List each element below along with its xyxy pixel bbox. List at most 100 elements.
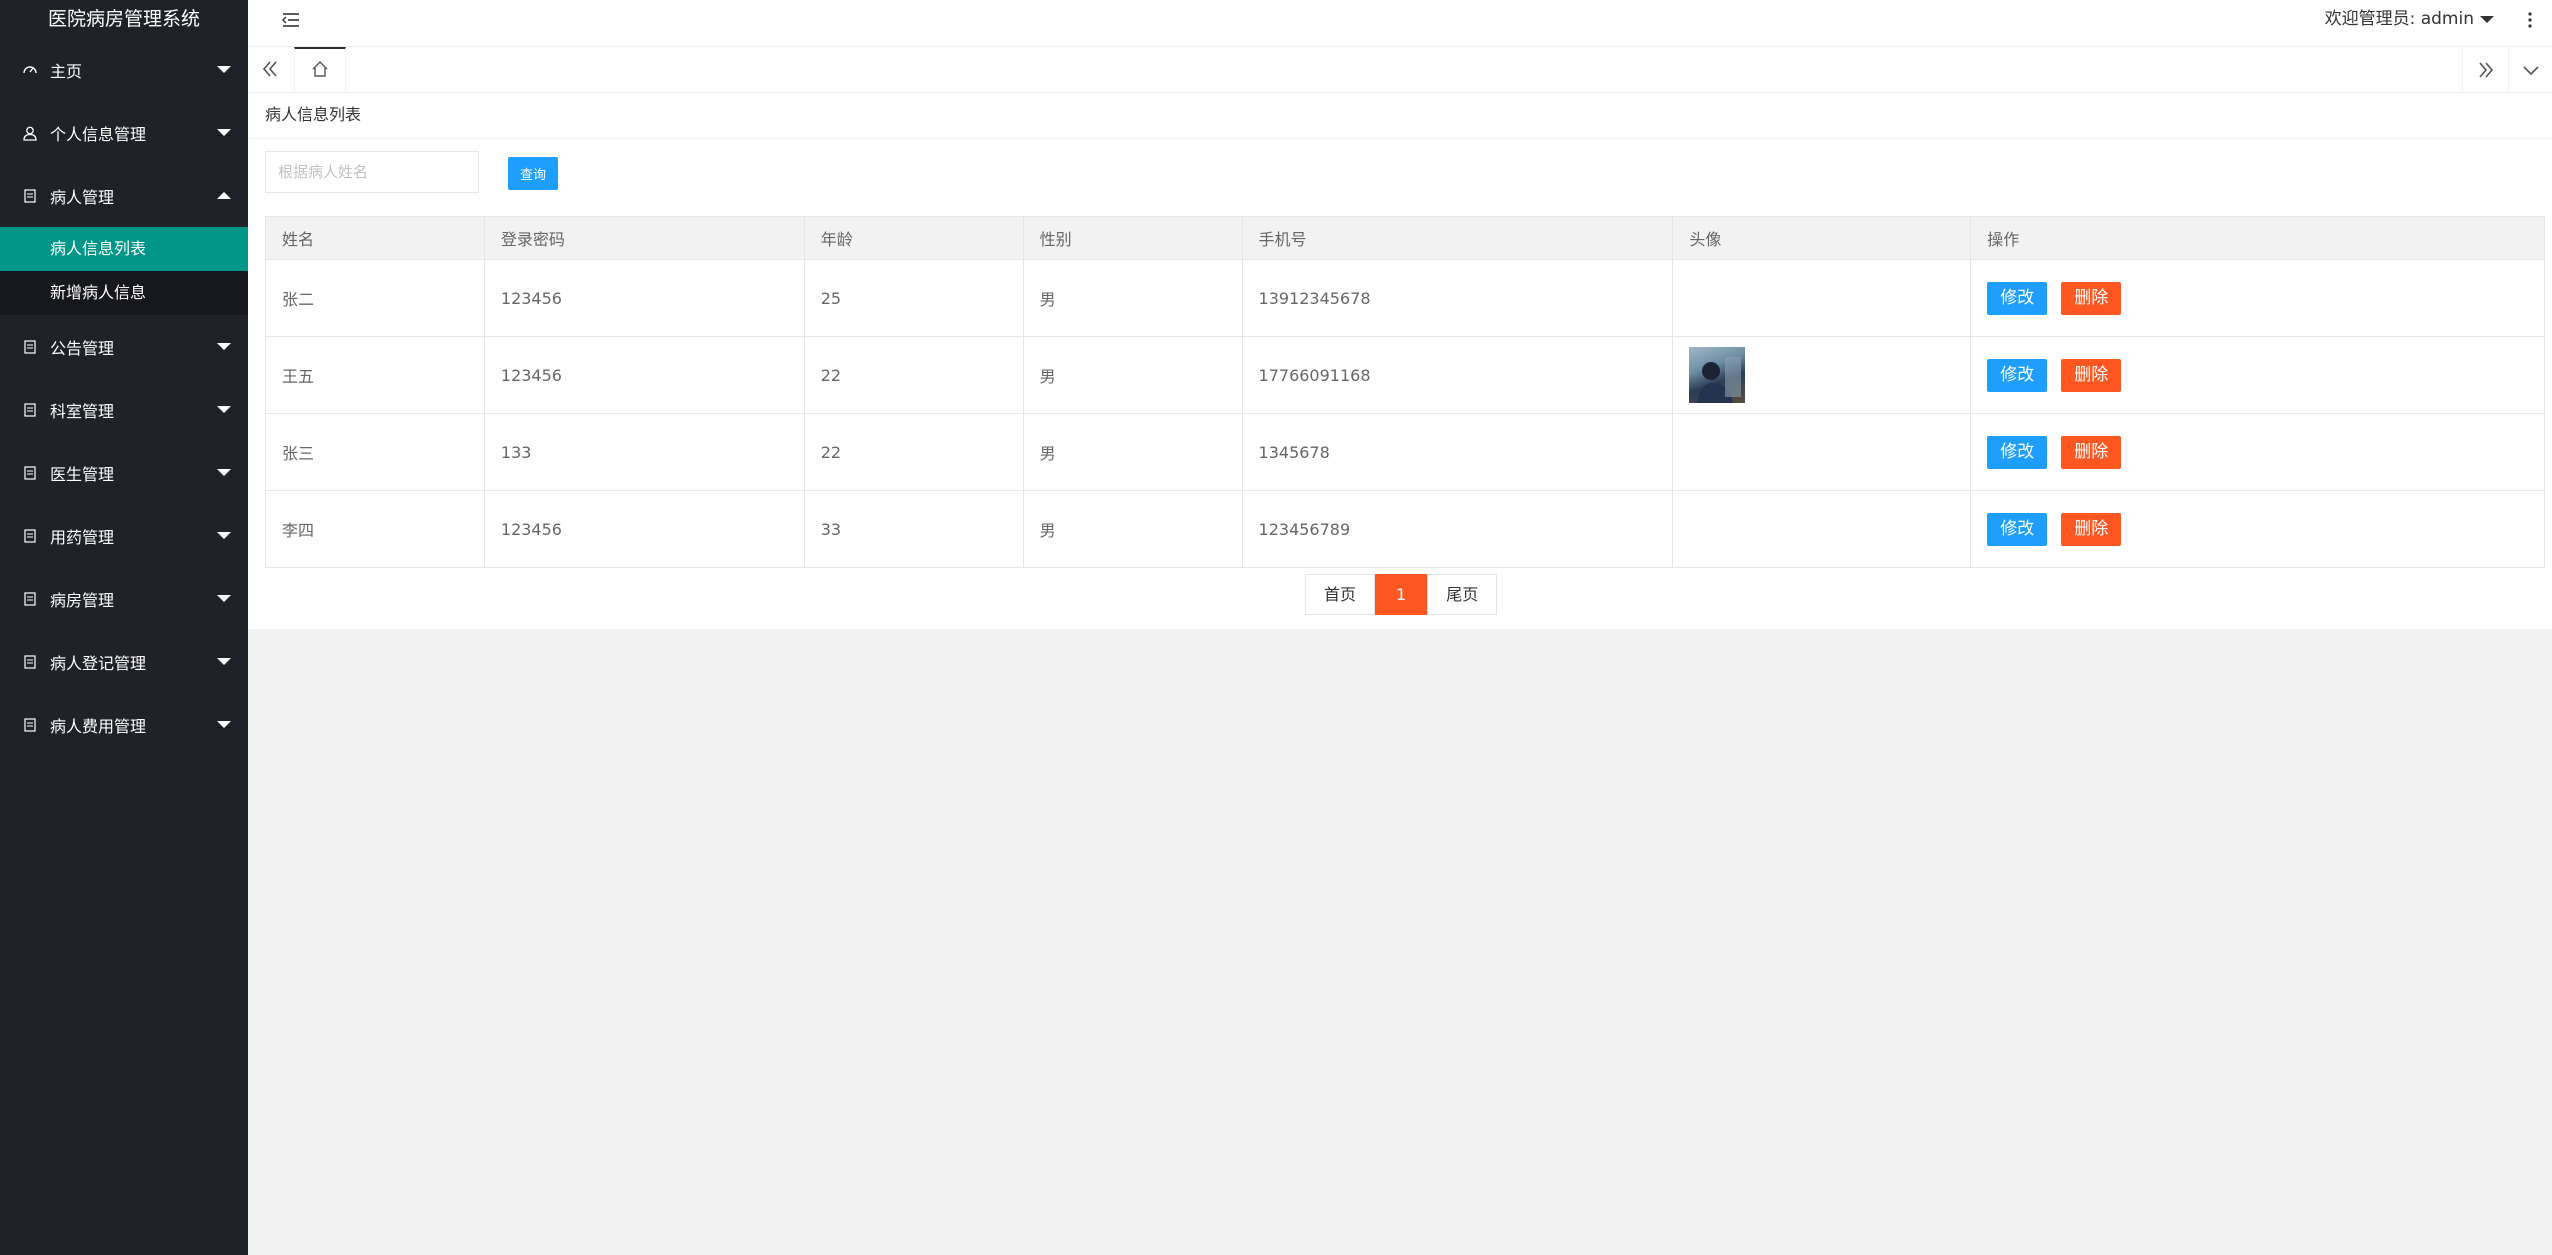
sidebar-item-label: 个人信息管理 <box>50 124 147 144</box>
document-icon <box>22 528 38 544</box>
cell-actions: 修改 删除 <box>1970 336 2545 414</box>
table-row: 王五 123456 22 男 17766091168 修改 删除 <box>265 336 2545 414</box>
sidebar-item-patients[interactable]: 病人管理 <box>0 164 248 227</box>
sidebar-item-home[interactable]: 主页 <box>0 38 248 101</box>
document-icon <box>22 188 38 204</box>
cell-password: 123456 <box>483 336 805 414</box>
cell-actions: 修改 删除 <box>1970 490 2545 568</box>
cell-name: 王五 <box>265 336 485 414</box>
search-input[interactable] <box>265 151 479 193</box>
cell-password: 123456 <box>483 259 805 337</box>
submenu-patients: 病人信息列表 新增病人信息 <box>0 227 248 315</box>
sidebar-item-label: 主页 <box>50 61 83 81</box>
chevron-down-icon <box>217 594 231 602</box>
edit-button[interactable]: 修改 <box>1987 281 2048 315</box>
chevron-down-icon <box>217 531 231 539</box>
scroll-left-icon[interactable] <box>256 55 284 83</box>
cell-avatar <box>1672 413 1972 491</box>
cell-gender: 男 <box>1022 490 1243 568</box>
table-row: 李四 123456 33 男 123456789 修改 删除 <box>265 490 2545 568</box>
sidebar-subitem-patient-list[interactable]: 病人信息列表 <box>0 227 248 271</box>
avatar <box>1689 347 1746 403</box>
column-header: 年龄 <box>803 216 1024 260</box>
table-row: 张二 123456 25 男 13912345678 修改 删除 <box>265 259 2545 337</box>
chevron-down-icon <box>217 720 231 728</box>
cell-phone: 13912345678 <box>1241 259 1674 337</box>
sidebar-item-label: 病人费用管理 <box>50 716 147 736</box>
chevron-up-icon <box>217 191 231 199</box>
delete-button[interactable]: 删除 <box>2061 281 2122 315</box>
table-header-row: 姓名 登录密码 年龄 性别 手机号 头像 操作 <box>265 216 2545 260</box>
cell-age: 33 <box>803 490 1024 568</box>
sidebar-item-fees[interactable]: 病人费用管理 <box>0 693 248 756</box>
sidebar-item-label: 病房管理 <box>50 590 115 610</box>
cell-phone: 123456789 <box>1241 490 1674 568</box>
sidebar-item-label: 科室管理 <box>50 401 115 421</box>
cell-avatar <box>1672 336 1972 414</box>
page-title: 病人信息列表 <box>248 93 2552 139</box>
patient-table: 姓名 登录密码 年龄 性别 手机号 头像 操作 张二 123456 25 男 1… <box>265 216 2545 568</box>
user-menu[interactable]: 欢迎管理员: admin <box>2325 0 2494 38</box>
chevron-down-icon <box>217 128 231 136</box>
sidebar-item-label: 医生管理 <box>50 464 115 484</box>
current-page[interactable]: 1 <box>1375 574 1428 615</box>
edit-button[interactable]: 修改 <box>1987 512 2048 546</box>
column-header: 手机号 <box>1241 216 1674 260</box>
cell-phone: 1345678 <box>1241 413 1674 491</box>
first-page-button[interactable]: 首页 <box>1305 574 1376 615</box>
last-page-button[interactable]: 尾页 <box>1427 574 1498 615</box>
sidebar-item-notices[interactable]: 公告管理 <box>0 315 248 378</box>
main-content: 病人信息列表 查询 姓名 登录密码 年龄 性别 手机号 头像 操作 张二 123… <box>248 93 2552 629</box>
cell-age: 25 <box>803 259 1024 337</box>
cell-name: 张三 <box>265 413 485 491</box>
chevron-down-icon <box>2480 15 2494 23</box>
tab-options-chevron-down-icon[interactable] <box>2508 47 2552 93</box>
edit-button[interactable]: 修改 <box>1987 435 2048 469</box>
cell-name: 李四 <box>265 490 485 568</box>
sidebar-item-profile[interactable]: 个人信息管理 <box>0 101 248 164</box>
sidebar-toggle-icon[interactable] <box>280 9 302 31</box>
table-row: 张三 133 22 男 1345678 修改 删除 <box>265 413 2545 491</box>
cell-name: 张二 <box>265 259 485 337</box>
cell-gender: 男 <box>1022 336 1243 414</box>
chevron-down-icon <box>217 468 231 476</box>
search-button[interactable]: 查询 <box>508 157 558 190</box>
pagination: 首页 1 尾页 <box>1305 574 1498 615</box>
cell-actions: 修改 删除 <box>1970 259 2545 337</box>
sidebar-item-departments[interactable]: 科室管理 <box>0 378 248 441</box>
cell-gender: 男 <box>1022 259 1243 337</box>
document-icon <box>22 402 38 418</box>
column-header: 登录密码 <box>483 216 805 260</box>
home-icon <box>311 60 329 82</box>
app-title: 医院病房管理系统 <box>47 8 200 30</box>
tab-bar <box>248 47 2552 93</box>
delete-button[interactable]: 删除 <box>2061 358 2122 392</box>
cell-phone: 17766091168 <box>1241 336 1674 414</box>
sidebar-item-label: 病人管理 <box>50 187 115 207</box>
delete-button[interactable]: 删除 <box>2061 512 2122 546</box>
edit-button[interactable]: 修改 <box>1987 358 2048 392</box>
welcome-text: 欢迎管理员: admin <box>2324 9 2474 29</box>
cell-password: 123456 <box>483 490 805 568</box>
sidebar-item-label: 公告管理 <box>50 338 115 358</box>
sidebar-item-label: 用药管理 <box>50 527 115 547</box>
more-vertical-icon[interactable] <box>2524 9 2536 31</box>
cell-actions: 修改 删除 <box>1970 413 2545 491</box>
document-icon <box>22 339 38 355</box>
scroll-right-icon[interactable] <box>2462 47 2508 93</box>
sidebar-item-doctors[interactable]: 医生管理 <box>0 441 248 504</box>
sidebar-item-registration[interactable]: 病人登记管理 <box>0 630 248 693</box>
cell-password: 133 <box>483 413 805 491</box>
tab-home[interactable] <box>294 47 346 93</box>
cell-gender: 男 <box>1022 413 1243 491</box>
delete-button[interactable]: 删除 <box>2061 435 2122 469</box>
document-icon <box>22 654 38 670</box>
chevron-down-icon <box>217 65 231 73</box>
sidebar-item-medication[interactable]: 用药管理 <box>0 504 248 567</box>
sidebar-item-wards[interactable]: 病房管理 <box>0 567 248 630</box>
chevron-down-icon <box>217 405 231 413</box>
cell-age: 22 <box>803 336 1024 414</box>
sidebar-subitem-add-patient[interactable]: 新增病人信息 <box>0 271 248 315</box>
column-header: 操作 <box>1970 216 2545 260</box>
user-icon <box>22 125 38 141</box>
